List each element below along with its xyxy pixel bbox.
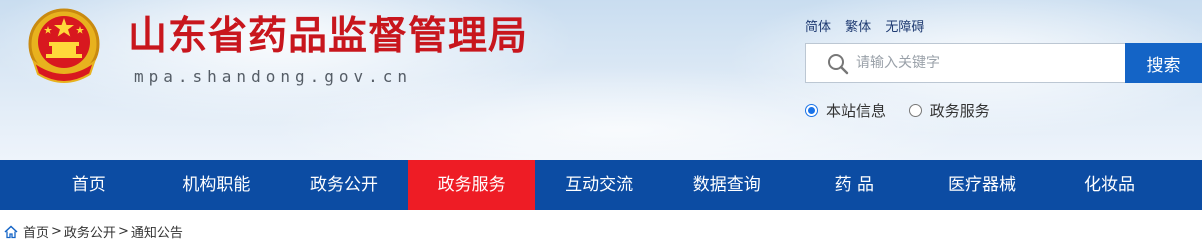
scope-label-site: 本站信息 bbox=[826, 102, 887, 120]
scope-radio-service[interactable] bbox=[908, 104, 922, 117]
breadcrumb-separator: > bbox=[51, 224, 62, 239]
nav-item-home[interactable]: 首页 bbox=[25, 160, 153, 210]
breadcrumb-home[interactable]: 首页 bbox=[23, 222, 49, 241]
search-scope: 本站信息 政务服务 bbox=[805, 100, 1008, 121]
site-header: 山东省药品监督管理局 mpa.shandong.gov.cn 简体 繁体 无障碍… bbox=[0, 0, 1202, 160]
nav-item-drugs[interactable]: 药 品 bbox=[791, 160, 919, 210]
nav-item-gov-services[interactable]: 政务服务 bbox=[407, 160, 536, 210]
site-title[interactable]: 山东省药品监督管理局 bbox=[128, 14, 528, 60]
scope-radio-site[interactable] bbox=[805, 104, 818, 117]
scope-option-service[interactable]: 政务服务 bbox=[908, 100, 990, 121]
language-links: 简体 繁体 无障碍 bbox=[805, 16, 934, 35]
nav-item-public-info[interactable]: 政务公开 bbox=[280, 160, 408, 210]
nav-item-data-query[interactable]: 数据查询 bbox=[663, 160, 791, 210]
nav-item-functions[interactable]: 机构职能 bbox=[153, 160, 281, 210]
breadcrumb-notices[interactable]: 通知公告 bbox=[131, 222, 183, 241]
scope-option-site[interactable]: 本站信息 bbox=[805, 100, 886, 121]
search-icon bbox=[828, 54, 849, 75]
main-nav: 首页 机构职能 政务公开 政务服务 互动交流 数据查询 药 品 医疗器械 化妆品 bbox=[0, 160, 1202, 210]
search-button[interactable]: 搜索 bbox=[1125, 43, 1202, 83]
accessibility-link[interactable]: 无障碍 bbox=[885, 20, 924, 35]
search-box bbox=[805, 43, 1125, 83]
scope-label-service: 政务服务 bbox=[929, 102, 990, 120]
site-domain: mpa.shandong.gov.cn bbox=[134, 67, 413, 86]
home-icon bbox=[4, 224, 18, 238]
lang-simplified-link[interactable]: 简体 bbox=[805, 20, 831, 35]
search-input[interactable] bbox=[856, 44, 1121, 82]
nav-item-interaction[interactable]: 互动交流 bbox=[535, 160, 663, 210]
breadcrumb-separator: > bbox=[117, 224, 129, 239]
nav-item-cosmetics[interactable]: 化妆品 bbox=[1046, 160, 1174, 210]
lang-traditional-link[interactable]: 繁体 bbox=[845, 20, 871, 35]
nav-item-medical-devices[interactable]: 医疗器械 bbox=[918, 160, 1046, 210]
national-emblem-icon bbox=[28, 8, 100, 83]
breadcrumb-public-info[interactable]: 政务公开 bbox=[64, 222, 116, 241]
breadcrumb: 首页 > 政务公开 > 通知公告 bbox=[4, 222, 183, 241]
